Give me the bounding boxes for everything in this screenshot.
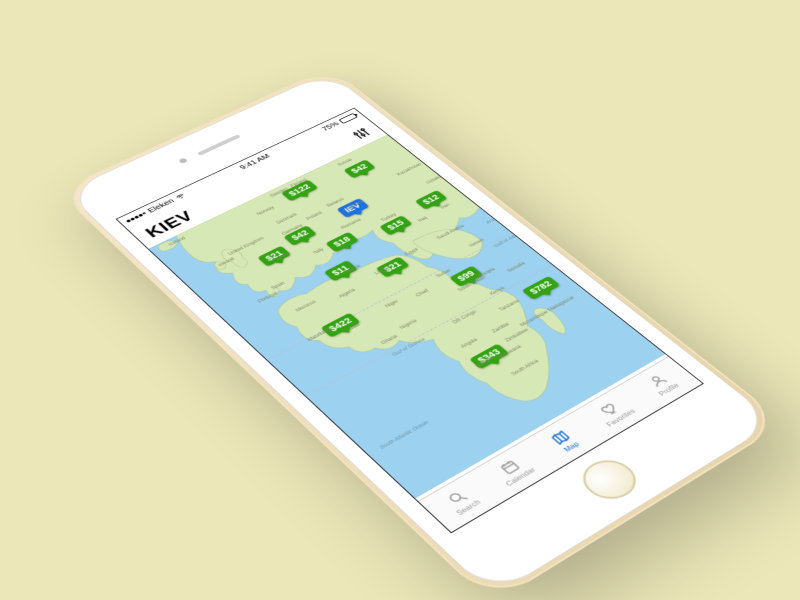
- country-label: Tanzania: [499, 299, 521, 312]
- app-screen: Eleken 9:41 AM 75% KIEV: [116, 108, 704, 534]
- sea-label: Gulf of Guinea: [392, 337, 427, 357]
- tab-calendar[interactable]: Calendar: [472, 441, 556, 500]
- country-label: Mali: [349, 323, 362, 331]
- tab-bar: Search Calendar Map Favorites Profile: [418, 356, 702, 532]
- calendar-icon: [496, 457, 524, 477]
- country-label: Mauritania: [307, 327, 334, 342]
- wifi-icon: [174, 193, 187, 201]
- country-label: Botswana: [498, 345, 523, 360]
- tab-map[interactable]: Map: [523, 412, 606, 470]
- tab-label: Profile: [657, 382, 681, 397]
- tab-label: Map: [562, 441, 581, 454]
- phone-speaker: [197, 134, 241, 156]
- price-pin[interactable]: $343: [469, 343, 510, 369]
- filter-icon[interactable]: [350, 126, 373, 140]
- map-icon: [547, 428, 574, 447]
- tab-favorites[interactable]: Favorites: [573, 384, 655, 440]
- favorites-icon: [597, 399, 624, 418]
- search-icon: [444, 487, 472, 507]
- tab-label: Favorites: [605, 408, 637, 429]
- tab-profile[interactable]: Profile: [621, 357, 702, 412]
- country-label: Morocco: [295, 300, 317, 313]
- profile-icon: [645, 372, 672, 390]
- country-label: Zimbabwe: [505, 328, 530, 343]
- sea-label: South Atlantic Ocean: [379, 420, 430, 450]
- phone-camera: [178, 158, 188, 164]
- country-label: DR Congo: [452, 310, 478, 325]
- country-label: Namibia: [475, 356, 496, 369]
- tab-search[interactable]: Search: [419, 471, 505, 532]
- phone-bezel: Eleken 9:41 AM 75% KIEV: [64, 71, 777, 597]
- tab-label: Search: [455, 498, 483, 517]
- country-label: Ghana: [381, 335, 399, 346]
- home-button[interactable]: [572, 453, 646, 507]
- country-label: Nigeria: [399, 319, 418, 330]
- country-label: Mozambique: [520, 310, 550, 328]
- country-label: Niger: [385, 300, 400, 309]
- tab-label: Calendar: [504, 466, 537, 488]
- country-label: South Africa: [511, 359, 541, 377]
- country-label: Zambia: [491, 322, 510, 334]
- phone-device: Eleken 9:41 AM 75% KIEV: [57, 67, 786, 600]
- country-label: Angola: [460, 338, 479, 349]
- price-pin[interactable]: $422: [320, 312, 361, 337]
